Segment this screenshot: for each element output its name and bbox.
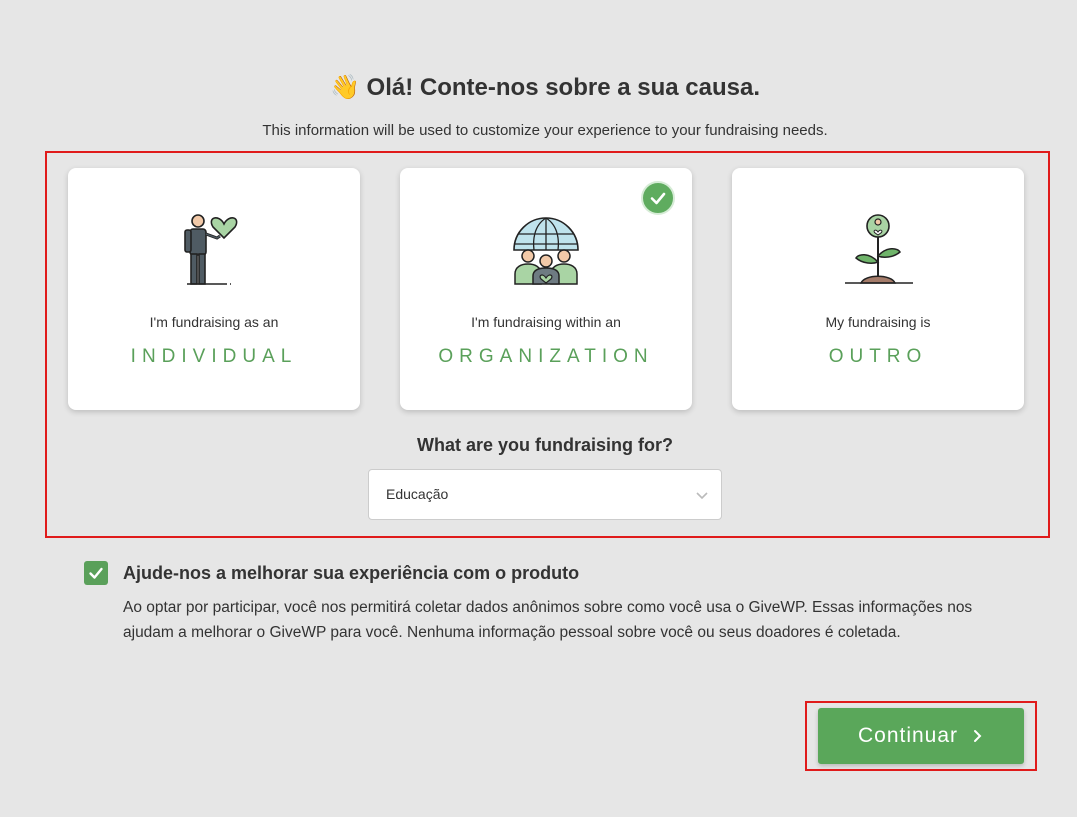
page-title: 👋 Olá! Conte-nos sobre a sua causa. [0, 73, 1077, 102]
card-kind-label: INDIVIDUAL [130, 346, 298, 367]
continue-button[interactable]: Continuar [818, 708, 1024, 764]
globe-group-icon [513, 217, 579, 285]
card-kind-label: ORGANIZATION [438, 346, 654, 367]
continue-label: Continuar [857, 724, 959, 747]
plant-heart-icon [845, 214, 913, 284]
card-kind-label: OUTRO [828, 346, 928, 367]
optin-checkbox[interactable] [84, 561, 108, 585]
person-heart-icon [184, 214, 238, 285]
setup-dialog: 👋 Olá! Conte-nos sobre a sua causa. This… [0, 0, 1077, 817]
cause-question: What are you fundraising for? [416, 435, 673, 455]
optin-title: Ajude-nos a melhorar sua experiência com… [123, 563, 580, 583]
card-pretext: I'm fundraising as an [149, 314, 279, 330]
card-pretext: My fundraising is [825, 314, 931, 330]
page-title-text: Olá! Conte-nos sobre a sua causa. [366, 74, 760, 101]
cause-select-value: Educação [386, 486, 449, 502]
card-other[interactable]: My fundraising is OUTRO [732, 168, 1024, 410]
card-organization[interactable]: I'm fundraising within an ORGANIZATION [400, 168, 692, 410]
card-pretext: I'm fundraising within an [471, 314, 621, 330]
optin-description: Ao optar por participar, você nos permit… [123, 599, 973, 641]
chevron-down-icon [696, 492, 708, 500]
card-individual[interactable]: I'm fundraising as an INDIVIDUAL [68, 168, 360, 410]
wave-emoji: 👋 [329, 74, 360, 101]
cause-select[interactable]: Educação [368, 469, 722, 520]
checkmark-icon [89, 567, 103, 579]
chevron-right-icon [974, 730, 982, 742]
page-subtitle: This information will be used to customi… [262, 122, 828, 139]
selected-check-icon [641, 181, 675, 215]
